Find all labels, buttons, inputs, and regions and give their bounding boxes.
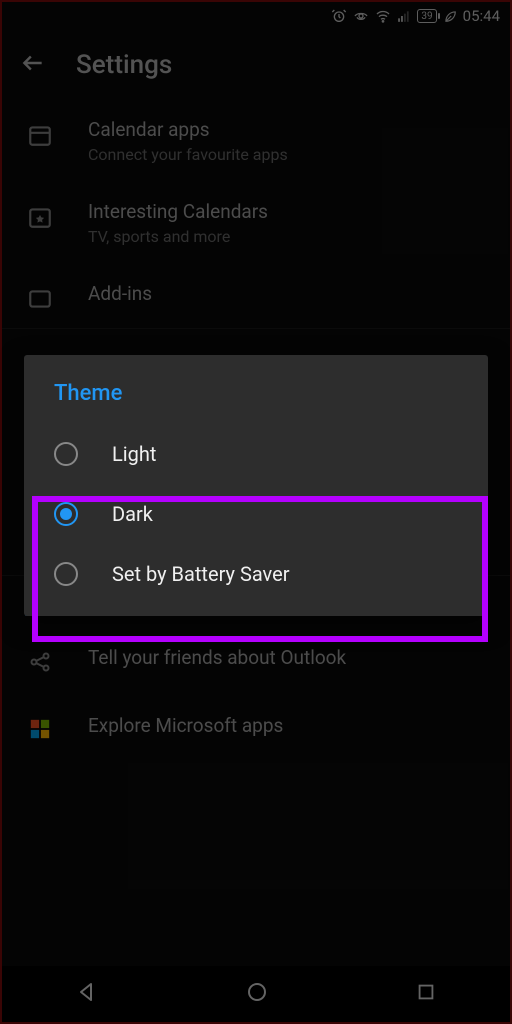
theme-dialog: Theme Light Dark Set by Battery Saver <box>24 355 488 616</box>
radio-icon <box>54 442 78 466</box>
radio-icon <box>54 502 78 526</box>
option-label: Dark <box>112 502 153 526</box>
option-dark[interactable]: Dark <box>24 484 488 544</box>
radio-icon <box>54 562 78 586</box>
dialog-title: Theme <box>24 355 488 424</box>
option-battery-saver[interactable]: Set by Battery Saver <box>24 544 488 604</box>
option-light[interactable]: Light <box>24 424 488 484</box>
option-label: Light <box>112 442 156 466</box>
option-label: Set by Battery Saver <box>112 562 290 586</box>
